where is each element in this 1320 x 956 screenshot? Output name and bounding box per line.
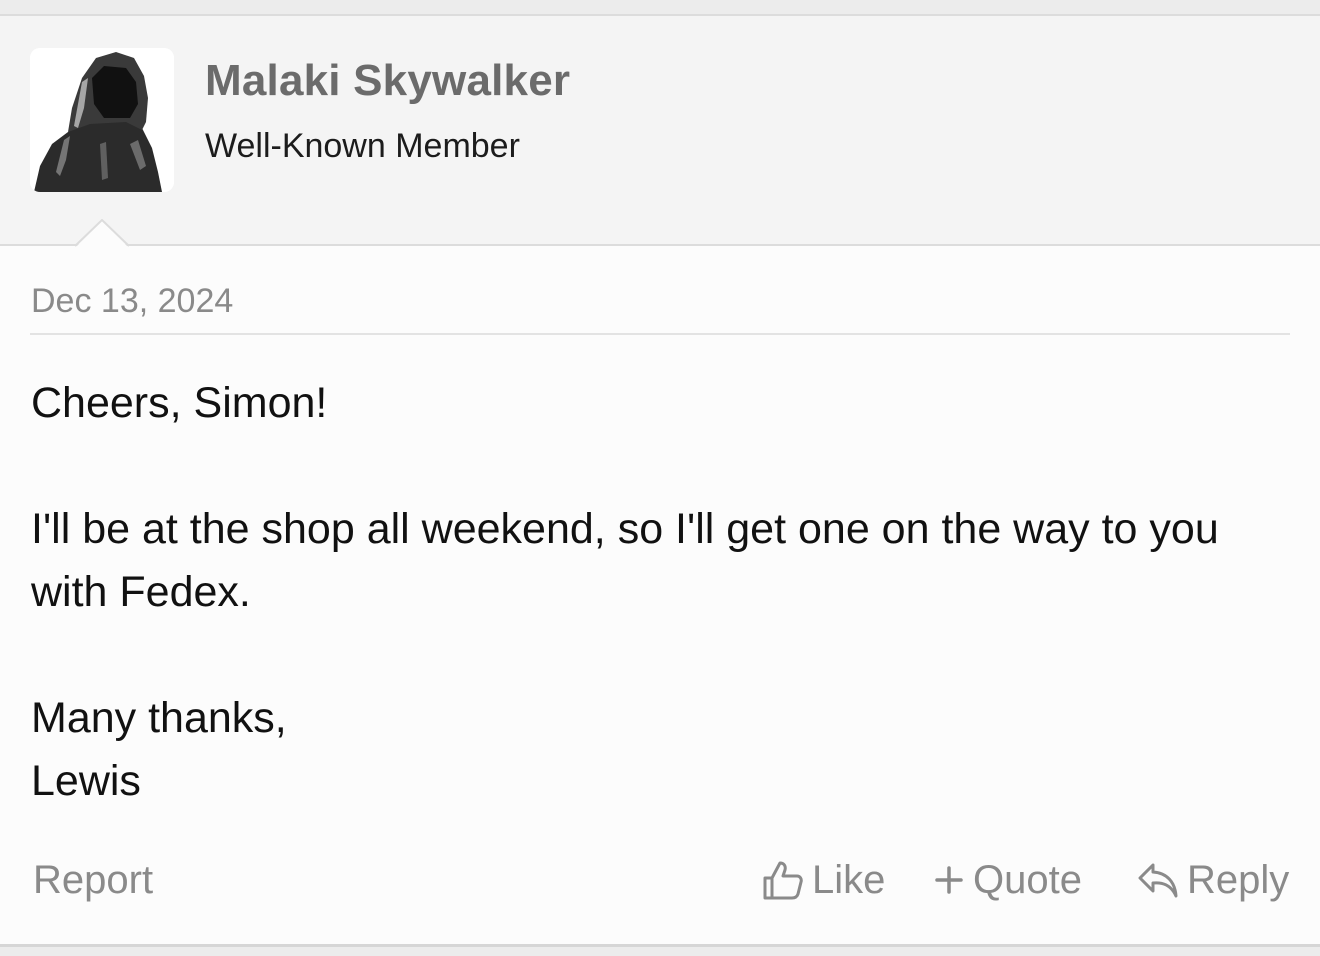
message-line: Cheers, Simon!	[31, 379, 328, 427]
message-line: Many thanks,	[31, 694, 287, 742]
report-button[interactable]: Report	[33, 852, 153, 908]
divider	[30, 333, 1290, 335]
author-user-title: Well-Known Member	[205, 127, 520, 165]
post-body: Dec 13, 2024 Cheers, Simon! I'll be at t…	[0, 246, 1320, 946]
next-post-edge	[0, 944, 1320, 956]
post-message: Cheers, Simon! I'll be at the shop all w…	[31, 372, 1271, 813]
reply-button[interactable]: Reply	[1137, 852, 1289, 908]
post-date[interactable]: Dec 13, 2024	[31, 282, 233, 321]
message-line: Lewis	[31, 757, 141, 805]
forum-post-page: Malaki Skywalker Well-Known Member Dec 1…	[0, 0, 1320, 956]
avatar[interactable]	[30, 48, 174, 192]
hooded-figure-avatar-icon	[30, 48, 174, 192]
report-label: Report	[33, 857, 154, 902]
message-line: I'll be at the shop all weekend, so I'll…	[31, 505, 1219, 616]
header-pointer-notch	[75, 219, 129, 248]
like-button[interactable]: Like	[762, 852, 885, 908]
post-actions-bar: Report Like Quote Reply	[0, 852, 1320, 908]
reply-label: Reply	[1187, 857, 1290, 902]
quote-label: Quote	[973, 857, 1082, 902]
plus-icon	[933, 864, 965, 896]
thumbs-up-icon	[762, 859, 804, 901]
previous-post-edge	[0, 0, 1320, 16]
post-user-header: Malaki Skywalker Well-Known Member	[0, 16, 1320, 246]
quote-button[interactable]: Quote	[933, 852, 1082, 908]
like-label: Like	[812, 857, 886, 902]
reply-arrow-icon	[1137, 860, 1179, 900]
author-name[interactable]: Malaki Skywalker	[205, 56, 570, 106]
